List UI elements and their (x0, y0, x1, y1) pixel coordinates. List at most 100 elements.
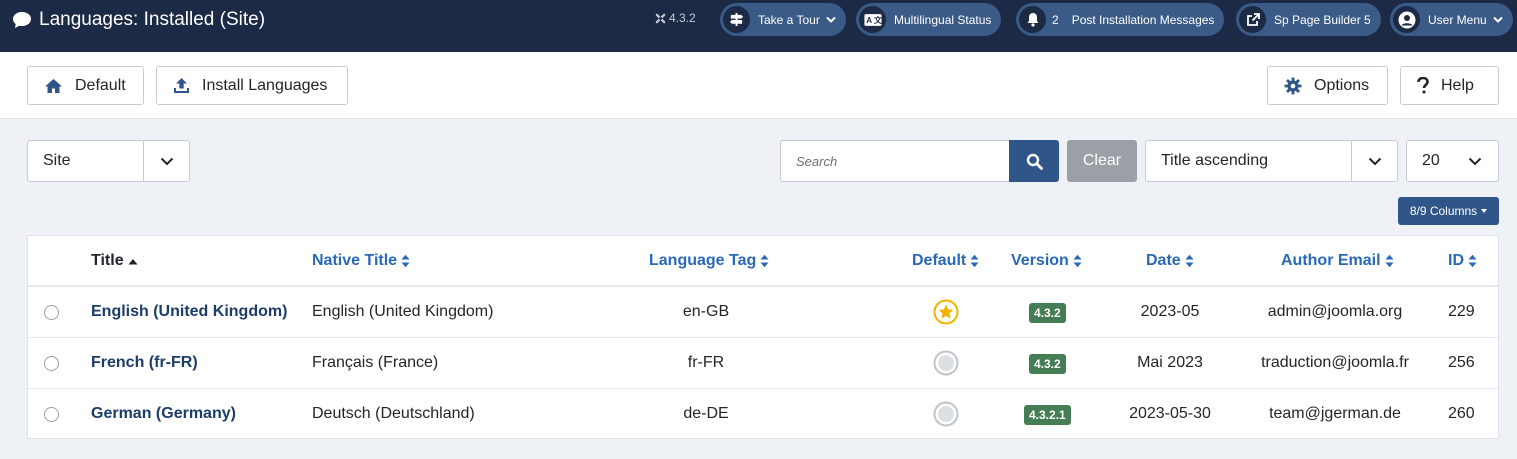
author-email: admin@joomla.org (1267, 303, 1403, 320)
joomla-version: 4.3.2 (655, 11, 696, 25)
signpost-icon (729, 12, 744, 27)
user-menu-label: User Menu (1428, 12, 1487, 27)
sort-up-icon (128, 258, 138, 264)
column-id[interactable]: ID (1448, 252, 1477, 270)
take-tour-button[interactable]: Take a Tour (720, 3, 846, 36)
help-button[interactable]: Help (1400, 66, 1499, 105)
language-date: 2023-05 (1140, 303, 1200, 320)
version-badge: 4.3.2 (1029, 354, 1066, 374)
author-email: traduction@joomla.fr (1261, 354, 1409, 371)
author-email: team@jgerman.de (1269, 405, 1401, 422)
chevron-down-icon (1468, 157, 1482, 165)
user-menu-button[interactable]: User Menu (1390, 3, 1513, 36)
clear-button[interactable]: Clear (1067, 140, 1137, 182)
languages-table: Title Native Title Language Tag Default … (27, 235, 1499, 439)
take-tour-label: Take a Tour (758, 12, 820, 27)
native-title: English (United Kingdom) (312, 303, 494, 320)
column-version[interactable]: Version (1011, 252, 1082, 270)
language-id: 256 (1448, 354, 1475, 371)
row-select-radio[interactable] (44, 407, 59, 422)
column-author-email[interactable]: Author Email (1281, 252, 1394, 270)
limit-select[interactable]: 20 (1406, 140, 1499, 182)
sort-icon (1468, 254, 1477, 268)
question-icon (1417, 76, 1429, 93)
table-row: French (fr-FR) Français (France) fr-FR 4… (28, 338, 1498, 389)
language-tag: en-GB (682, 303, 730, 320)
sort-icon (401, 254, 410, 268)
search-icon (1026, 153, 1043, 170)
client-select[interactable]: Site (27, 140, 190, 182)
speech-bubble-icon (13, 12, 31, 28)
page-title-text: Languages: Installed (Site) (39, 9, 266, 30)
set-default-icon[interactable] (933, 401, 959, 427)
post-installation-label: Post Installation Messages (1071, 12, 1215, 27)
help-button-label: Help (1441, 76, 1474, 94)
column-default[interactable]: Default (912, 252, 979, 270)
native-title: Deutsch (Deutschland) (312, 405, 475, 422)
set-default-icon[interactable] (933, 350, 959, 376)
options-button[interactable]: Options (1267, 66, 1388, 105)
native-title: Français (France) (312, 354, 439, 371)
language-tag: de-DE (683, 405, 729, 422)
page-builder-label: Sp Page Builder 5 (1274, 12, 1371, 27)
default-button-label: Default (75, 76, 126, 94)
page-builder-button[interactable]: Sp Page Builder 5 (1236, 3, 1381, 36)
column-native-title[interactable]: Native Title (312, 252, 410, 270)
user-icon (1398, 11, 1415, 28)
columns-button-label: 8/9 Columns (1409, 204, 1478, 218)
table-row: English (United Kingdom) English (United… (28, 287, 1498, 338)
post-installation-messages-button[interactable]: 2 Post Installation Messages (1016, 3, 1225, 36)
post-installation-count: 2 (1052, 12, 1059, 27)
ordering-select[interactable]: Title ascending (1145, 140, 1398, 182)
version-badge: 4.3.2.1 (1024, 405, 1071, 425)
sort-icon (1185, 254, 1194, 268)
table-header: Title Native Title Language Tag Default … (28, 236, 1498, 287)
table-row: German (Germany) Deutsch (Deutschland) d… (28, 389, 1498, 440)
language-title-link[interactable]: German (Germany) (91, 405, 236, 423)
install-languages-label: Install Languages (202, 76, 328, 94)
sort-icon (1073, 254, 1082, 268)
svg-text:A: A (866, 16, 872, 25)
page-title: Languages: Installed (Site) (12, 8, 265, 32)
options-button-label: Options (1314, 76, 1370, 94)
toolbar: Default Install Languages Options Help (0, 52, 1517, 119)
search-input[interactable] (780, 140, 1010, 182)
sort-icon (760, 254, 769, 268)
chevron-down-icon (1368, 157, 1381, 165)
top-header: Languages: Installed (Site) 4.3.2 Take a… (0, 0, 1517, 52)
row-select-radio[interactable] (44, 356, 59, 371)
limit-select-value: 20 (1422, 152, 1440, 169)
language-id: 260 (1448, 405, 1475, 422)
upload-icon (174, 78, 189, 93)
ordering-select-value: Title ascending (1161, 152, 1269, 169)
svg-text:文: 文 (873, 15, 881, 25)
client-select-value: Site (43, 152, 71, 169)
sort-icon (1385, 254, 1394, 268)
version-badge: 4.3.2 (1029, 303, 1066, 323)
external-link-icon (1246, 12, 1260, 26)
search-button[interactable] (1009, 140, 1059, 182)
language-tag: fr-FR (687, 354, 725, 371)
chevron-down-icon (826, 16, 836, 23)
language-title-link[interactable]: French (fr-FR) (91, 354, 198, 372)
language-icon: A文 (863, 13, 882, 26)
column-title[interactable]: Title (91, 252, 138, 270)
column-language-tag[interactable]: Language Tag (649, 252, 769, 270)
star-icon (933, 299, 959, 325)
joomla-version-text: 4.3.2 (669, 11, 696, 25)
column-date[interactable]: Date (1146, 252, 1194, 270)
multilingual-status-button[interactable]: A文 Multilingual Status (856, 3, 1002, 36)
default-button[interactable]: Default (27, 66, 144, 105)
chevron-down-icon (1492, 16, 1503, 23)
columns-button[interactable]: 8/9 Columns (1398, 197, 1499, 225)
language-date: 2023-05-30 (1129, 405, 1211, 422)
joomla-logo-icon (655, 13, 666, 23)
gear-icon (1284, 77, 1302, 94)
install-languages-button[interactable]: Install Languages (156, 66, 348, 105)
language-title-link[interactable]: English (United Kingdom) (91, 303, 287, 321)
home-icon (45, 78, 62, 93)
language-date: Mai 2023 (1137, 354, 1203, 371)
row-select-radio[interactable] (44, 305, 59, 320)
language-id: 229 (1448, 303, 1475, 320)
multilingual-status-label: Multilingual Status (894, 12, 992, 27)
